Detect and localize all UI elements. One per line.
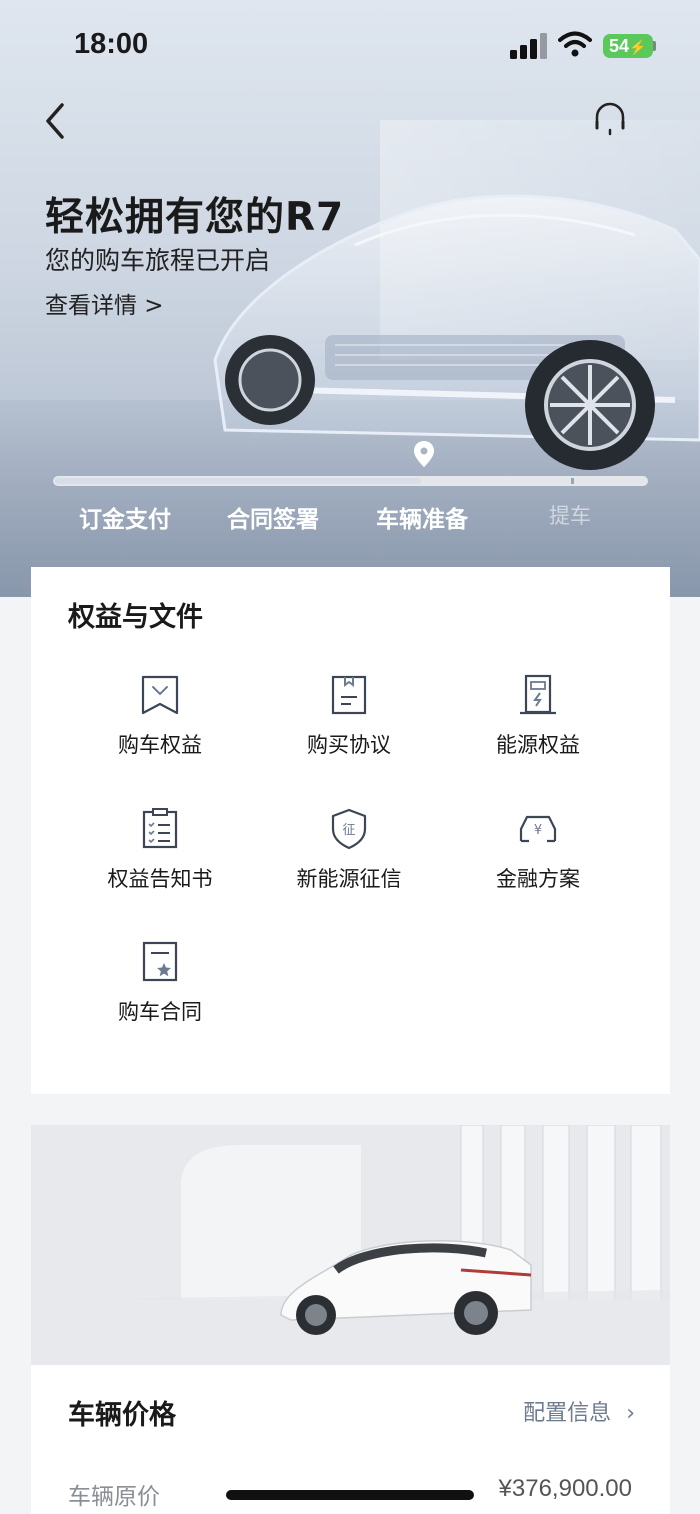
step-deposit: 订金支付 [79,507,171,533]
original-price-value: ¥376,900.00 [498,1475,632,1502]
purchase-benefits-item[interactable]: 购车权益 [66,673,254,759]
status-bar: 18:00 54⚡ [0,0,700,90]
customer-service-icon[interactable] [590,100,630,140]
step-preparation: 车辆准备 [376,507,468,533]
original-price-label: 车辆原价 [68,1484,160,1510]
config-info-label: 配置信息 [523,1401,612,1426]
benefits-card-title: 权益与文件 [68,602,203,633]
progress-fill [55,478,421,484]
shield-credit-icon: 征 [331,808,367,850]
chevron-right-icon: › [626,1401,635,1426]
agreement-doc-icon [331,675,367,715]
battery-level: 54 [609,36,630,56]
energy-benefits-label: 能源权益 [496,733,580,757]
purchase-contract-item[interactable]: 购车合同 [66,940,254,1026]
finance-plan-item[interactable]: ¥ 金融方案 [444,807,632,893]
cellular-signal-icon [510,33,548,59]
finance-plan-label: 金融方案 [496,867,580,891]
hero-banner: 18:00 54⚡ 轻松拥有您的R7 您的购车旅程已开启 查看详情 > 订金支付 [0,0,700,597]
svg-text:征: 征 [342,823,355,838]
hero-title: 轻松拥有您的R7 [45,195,345,240]
progress-steps: 订金支付 合同签署 车辆准备 提车 [0,500,700,533]
home-indicator [226,1490,474,1500]
vehicle-photo [31,1125,670,1365]
charging-pile-icon [520,674,556,715]
purchase-agreement-item[interactable]: 购买协议 [255,673,443,759]
showroom-car-illustration [31,1125,670,1365]
battery-icon: 54⚡ [603,34,653,58]
progress-tick [571,478,574,484]
benefits-notice-label: 权益告知书 [107,867,213,891]
purchase-agreement-label: 购买协议 [307,733,391,757]
back-icon[interactable] [40,100,72,142]
ev-credit-label: 新能源征信 [296,867,402,891]
step-contract: 合同签署 [227,507,319,533]
hero-subtitle: 您的购车旅程已开启 [45,246,271,275]
vehicle-price-title: 车辆价格 [68,1400,176,1431]
checklist-icon [142,808,178,849]
battery-tip [653,41,656,51]
order-progress-bar [53,476,648,486]
benefits-notice-item[interactable]: 权益告知书 [66,807,254,893]
benefits-documents-card: 权益与文件 购车权益 购买协议 能源权益 权益告知书 征 新能源征信 ¥ 金融方… [31,567,670,1094]
location-pin-icon [414,441,434,467]
ev-credit-item[interactable]: 征 新能源征信 [255,807,443,893]
purchase-contract-label: 购车合同 [118,1000,202,1024]
svg-text:¥: ¥ [534,823,542,838]
car-yuan-icon: ¥ [519,815,557,843]
contract-star-icon [142,941,178,982]
wifi-icon [558,31,592,57]
view-details-link[interactable]: 查看详情 > [45,286,164,320]
step-delivery: 提车 [549,504,591,528]
purchase-benefits-label: 购车权益 [118,733,202,757]
config-info-link[interactable]: 配置信息 › [523,1395,635,1427]
energy-benefits-item[interactable]: 能源权益 [444,673,632,759]
status-time: 18:00 [74,28,149,60]
bookmark-icon [141,675,179,715]
